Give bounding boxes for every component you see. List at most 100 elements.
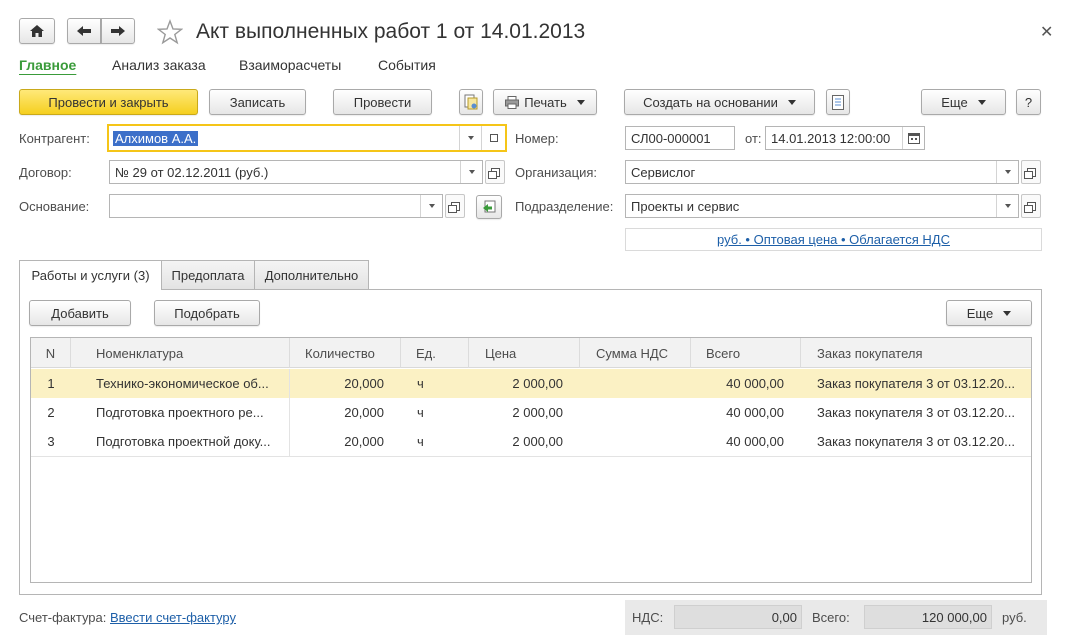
contract-dropdown[interactable] (460, 161, 482, 183)
counterparty-value: Алхимов А.А. (113, 130, 199, 146)
price-info-link[interactable]: руб. • Оптовая цена • Облагается НДС (717, 232, 950, 247)
cell-order: Заказ покупателя 3 от 03.12.20... (817, 405, 1015, 420)
tab-main[interactable]: Главное (19, 57, 76, 73)
col-unit[interactable]: Ед. (401, 338, 469, 368)
report-icon (832, 94, 844, 110)
post-and-close-button[interactable]: Провести и закрыть (19, 89, 198, 115)
basis-open-button[interactable] (445, 194, 465, 218)
table-more-label: Еще (966, 305, 994, 321)
chevron-down-icon (787, 99, 796, 105)
pick-button[interactable]: Подобрать (154, 300, 260, 326)
date-label: от: (745, 131, 762, 146)
document-structure-button[interactable] (459, 89, 483, 115)
tab-prepayment[interactable]: Предоплата (161, 260, 255, 289)
division-field[interactable]: Проекты и сервис (625, 194, 1019, 218)
col-price[interactable]: Цена (469, 338, 580, 368)
col-qty[interactable]: Количество (290, 338, 401, 368)
cell-unit: ч (417, 376, 424, 391)
back-button[interactable] (67, 18, 101, 44)
number-field[interactable]: СЛ00-000001 (625, 126, 735, 150)
vat-label: НДС: (632, 610, 664, 625)
col-item[interactable]: Номенклатура (71, 338, 290, 368)
favorite-star[interactable] (156, 19, 184, 45)
tab-settlements[interactable]: Взаиморасчеты (239, 57, 341, 73)
close-icon[interactable]: ✕ (1040, 22, 1053, 42)
invoice-link[interactable]: Ввести счет-фактуру (110, 610, 236, 625)
table-more-button[interactable]: Еще (946, 300, 1032, 326)
report-button[interactable] (826, 89, 850, 115)
create-based-on-button[interactable]: Создать на основании (624, 89, 815, 115)
tab-events[interactable]: События (378, 57, 436, 73)
cell-qty: 20,000 (344, 434, 384, 449)
help-label: ? (1024, 94, 1033, 110)
help-button[interactable]: ? (1016, 89, 1041, 115)
home-icon (30, 25, 44, 37)
date-field[interactable]: 14.01.2013 12:00:00 (765, 126, 925, 150)
table-row[interactable]: 2 Подготовка проектного ре... 20,000 ч 2… (31, 398, 1031, 427)
chevron-down-icon (1003, 310, 1012, 316)
cell-price: 2 000,00 (512, 405, 563, 420)
organization-field[interactable]: Сервислог (625, 160, 1019, 184)
col-order[interactable]: Заказ покупателя (801, 338, 1031, 368)
contract-value: № 29 от 02.12.2011 (руб.) (115, 164, 269, 180)
tab-additional[interactable]: Дополнительно (254, 260, 369, 289)
number-value: СЛ00-000001 (631, 130, 711, 146)
cell-price: 2 000,00 (512, 434, 563, 449)
print-button[interactable]: Печать (493, 89, 597, 115)
open-icon (1023, 167, 1036, 179)
tab-order-analysis[interactable]: Анализ заказа (112, 57, 206, 73)
division-label: Подразделение: (515, 199, 614, 214)
col-vat[interactable]: Сумма НДС (580, 338, 691, 368)
cell-price: 2 000,00 (512, 376, 563, 391)
basis-field[interactable] (109, 194, 443, 218)
post-button[interactable]: Провести (333, 89, 432, 115)
dropdown-icon (428, 204, 435, 208)
save-button[interactable]: Записать (209, 89, 306, 115)
save-label: Записать (229, 94, 286, 110)
counterparty-field[interactable]: Алхимов А.А. (107, 124, 507, 152)
add-button[interactable]: Добавить (29, 300, 131, 326)
printer-icon (505, 95, 520, 109)
cell-n: 2 (47, 405, 55, 420)
post-label: Провести (353, 94, 412, 110)
open-icon (447, 201, 460, 213)
vat-value: 0,00 (771, 609, 797, 625)
division-dropdown[interactable] (996, 195, 1018, 217)
table-row[interactable]: 1 Технико-экономическое об... 20,000 ч 2… (31, 369, 1031, 398)
number-label: Номер: (515, 131, 559, 146)
counterparty-value-wrap: Алхимов А.А. (109, 130, 459, 146)
forward-button[interactable] (101, 18, 135, 44)
col-total[interactable]: Всего (691, 338, 801, 368)
organization-open-button[interactable] (1021, 160, 1041, 184)
col-n[interactable]: N (31, 338, 71, 368)
open-icon (1023, 201, 1036, 213)
counterparty-dropdown[interactable] (459, 126, 481, 150)
tab-additional-label: Дополнительно (264, 267, 359, 283)
cell-vat (580, 427, 674, 456)
invoice-label: Счет-фактура: (19, 610, 107, 625)
print-label: Печать (524, 94, 567, 110)
cell-qty: 20,000 (344, 405, 384, 420)
basis-dropdown[interactable] (420, 195, 442, 217)
division-open-button[interactable] (1021, 194, 1041, 218)
fill-button[interactable] (476, 195, 502, 219)
calendar-button[interactable] (902, 127, 924, 149)
counterparty-open[interactable] (481, 126, 505, 150)
contract-open-button[interactable] (485, 160, 505, 184)
pick-label: Подобрать (174, 305, 240, 321)
home-button[interactable] (19, 18, 55, 44)
more-button[interactable]: Еще (921, 89, 1006, 115)
contract-field[interactable]: № 29 от 02.12.2011 (руб.) (109, 160, 483, 184)
cell-n: 3 (47, 434, 55, 449)
cell-n: 1 (47, 376, 55, 391)
cell-unit: ч (417, 405, 424, 420)
organization-dropdown[interactable] (996, 161, 1018, 183)
table-row[interactable]: 3 Подготовка проектной доку... 20,000 ч … (31, 427, 1031, 456)
total-value: 120 000,00 (921, 609, 987, 625)
chevron-down-icon (576, 99, 585, 105)
tab-works-services[interactable]: Работы и услуги (3) (19, 260, 162, 290)
currency-label: руб. (1002, 610, 1027, 625)
grid-bottom-line (31, 456, 1031, 457)
total-value-field: 120 000,00 (864, 605, 992, 629)
counterparty-label: Контрагент: (19, 131, 90, 146)
